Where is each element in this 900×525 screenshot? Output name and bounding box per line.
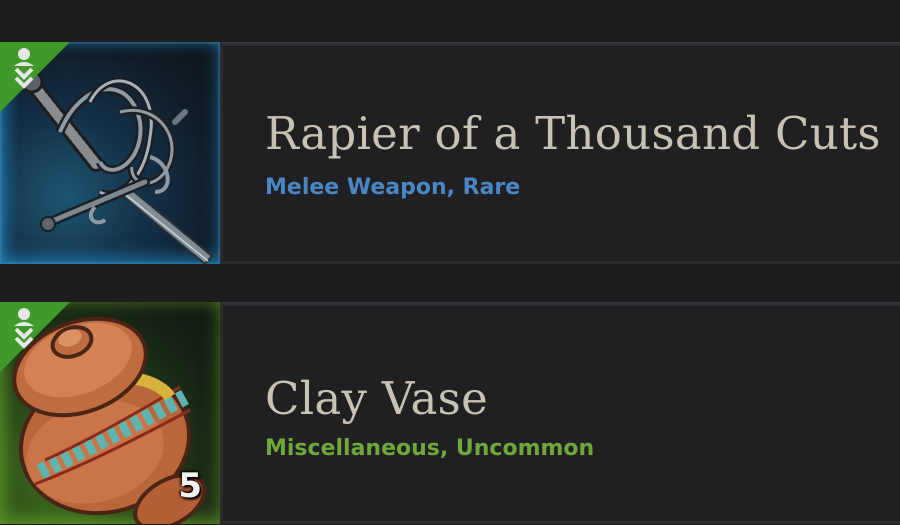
item-name: Rapier of a Thousand Cuts [265, 107, 881, 160]
tile-divider [220, 42, 223, 264]
loot-list: Rapier of a Thousand Cuts Melee Weapon, … [0, 0, 900, 525]
item-type-rarity: Melee Weapon, Rare [265, 175, 521, 200]
loot-drop-icon [14, 48, 34, 89]
loot-drop-icon [14, 308, 34, 349]
row-top-border [222, 42, 900, 46]
item-tile[interactable] [0, 42, 220, 264]
item-quantity: 5 [178, 466, 202, 506]
loot-row[interactable]: 5 Clay Vase Miscellaneous, Uncommon [0, 302, 900, 524]
tile-divider [220, 302, 223, 524]
row-bottom-border [222, 261, 900, 264]
item-type-rarity: Miscellaneous, Uncommon [265, 436, 595, 461]
item-name: Clay Vase [265, 372, 488, 425]
item-tile[interactable]: 5 [0, 302, 220, 524]
row-bottom-border [222, 521, 900, 524]
loot-row[interactable]: Rapier of a Thousand Cuts Melee Weapon, … [0, 42, 900, 264]
row-top-border [222, 302, 900, 306]
